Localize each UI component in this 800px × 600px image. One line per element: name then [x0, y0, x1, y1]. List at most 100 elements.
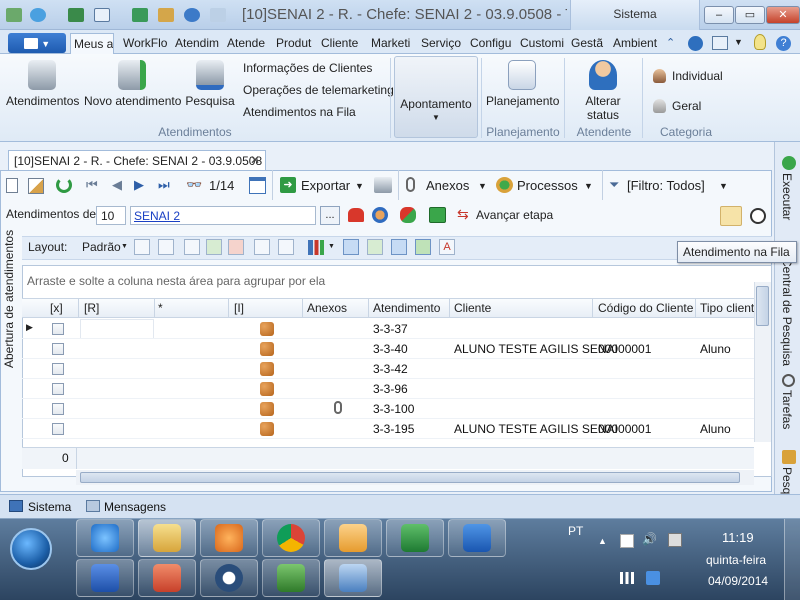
taskbar-powerpoint[interactable] [138, 559, 196, 597]
taskbar-camtasia[interactable] [262, 559, 320, 597]
chart-icon[interactable] [308, 240, 324, 255]
hangup-phone-icon[interactable] [348, 208, 364, 222]
network-signal-icon[interactable] [620, 572, 634, 584]
geral-button[interactable]: Geral [672, 99, 701, 113]
anexos-button[interactable]: Anexos [426, 178, 469, 193]
clock-time[interactable]: 11:19 [722, 530, 754, 545]
chevron-down-icon[interactable]: ▼ [584, 181, 593, 191]
taskbar-word[interactable] [76, 559, 134, 597]
refresh-icon[interactable] [132, 8, 148, 22]
cell-cliente[interactable]: ALUNO TESTE AGILIS SENAI [454, 422, 618, 436]
column-divider[interactable] [302, 299, 303, 317]
close-button[interactable]: ✕ [766, 6, 800, 24]
informacoes-clientes-link[interactable]: Informações de Clientes [243, 61, 372, 75]
app-menu-button[interactable]: ▼ [8, 33, 66, 53]
side-tab-executar[interactable]: Executar [780, 173, 794, 220]
layout-export-icon[interactable] [228, 239, 244, 255]
clock-day[interactable]: quinta-feira [706, 553, 766, 567]
column-header-tipo[interactable]: Tipo cliente [700, 301, 754, 315]
minimize-button[interactable]: – [704, 6, 734, 24]
side-tab-central-pesquisa[interactable]: Central de Pesquisa [780, 258, 794, 366]
taskbar-chrome[interactable] [262, 519, 320, 557]
cell-codigo[interactable]: 00000001 [598, 422, 651, 436]
globe-icon[interactable] [30, 8, 46, 22]
planejamento-button[interactable]: Planejamento [486, 60, 559, 108]
chevron-down-icon[interactable]: ▼ [719, 181, 728, 191]
chevron-down-icon[interactable]: ▼ [121, 243, 128, 250]
tab-marketing[interactable]: Marketi [368, 33, 414, 54]
layout-rows-icon[interactable] [254, 239, 270, 255]
queue-call-icon[interactable] [720, 206, 742, 226]
padrao-dropdown[interactable]: Padrão [82, 240, 121, 254]
flag-alert-icon[interactable] [620, 534, 634, 548]
cell-atendimento[interactable]: 3-3-96 [373, 382, 408, 396]
column-divider[interactable] [695, 299, 696, 317]
cell-atendimento[interactable]: 3-3-100 [373, 402, 414, 416]
edit-document-icon[interactable] [28, 178, 44, 194]
column-header-x[interactable]: [x] [50, 301, 63, 315]
device-icon[interactable] [668, 533, 682, 547]
apontamento-button[interactable]: Apontamento ▼ [394, 56, 478, 138]
column-divider[interactable] [154, 299, 155, 317]
collapse-ribbon-icon[interactable]: ⌃ [666, 36, 675, 49]
tab-ambiente[interactable]: Ambient [610, 33, 660, 54]
column-header-anexos[interactable]: Anexos [307, 301, 347, 315]
tab-configuracao[interactable]: Configu [467, 33, 513, 54]
row-checkbox[interactable] [52, 343, 64, 355]
column-header-star[interactable]: * [158, 301, 163, 315]
column-divider[interactable] [228, 299, 229, 317]
processos-button[interactable]: Processos [517, 178, 578, 193]
view-header-icon[interactable] [391, 239, 407, 255]
chevron-down-icon[interactable]: ▼ [355, 181, 364, 191]
app-logo-icon[interactable] [6, 8, 22, 22]
network-error-icon[interactable] [646, 571, 660, 585]
row-checkbox[interactable] [52, 323, 64, 335]
chevron-down-icon[interactable]: ▼ [328, 243, 335, 250]
status-mensagens[interactable]: Mensagens [104, 500, 166, 514]
unit-number-field[interactable]: 10 [96, 206, 126, 225]
row-checkbox[interactable] [52, 383, 64, 395]
document-tab[interactable]: [10]SENAI 2 - R. - Chefe: SENAI 2 - 03.9… [8, 150, 266, 170]
taskbar-explorer[interactable] [138, 519, 196, 557]
transfer-call-icon[interactable] [400, 207, 416, 223]
taskbar-lync[interactable] [448, 519, 506, 557]
tab-produto[interactable]: Produt [273, 33, 315, 54]
tray-expand-icon[interactable]: ▲ [598, 536, 607, 546]
taskbar-ie[interactable] [76, 519, 134, 557]
taskbar-outlook[interactable] [324, 519, 382, 557]
layout-delete-icon[interactable] [158, 239, 174, 255]
column-header-codigo[interactable]: Código do Cliente [598, 301, 693, 315]
cell-atendimento[interactable]: 3-3-37 [373, 322, 408, 336]
side-tab-abertura[interactable]: Abertura de atendimentos [2, 230, 16, 368]
show-desktop-button[interactable] [784, 519, 800, 600]
spreadsheet-icon[interactable] [429, 207, 446, 223]
avancar-etapa-button[interactable]: Avançar etapa [476, 208, 553, 222]
ie-icon[interactable] [184, 8, 200, 22]
taskbar-crm[interactable] [324, 559, 382, 597]
alterar-status-button[interactable]: Alterar status [568, 60, 638, 122]
tab-atendente[interactable]: Atende [224, 33, 272, 54]
print-icon[interactable] [374, 177, 392, 193]
column-divider[interactable] [592, 299, 593, 317]
help-globe-icon[interactable] [688, 36, 703, 51]
new-document-icon[interactable] [6, 178, 18, 193]
clock-date[interactable]: 04/09/2014 [708, 574, 768, 588]
start-button[interactable] [10, 528, 52, 570]
atendimentos-na-fila-link[interactable]: Atendimentos na Fila [243, 105, 356, 119]
tab-servico[interactable]: Serviço [418, 33, 464, 54]
maximize-button[interactable]: ▭ [735, 6, 765, 24]
phone-globe-icon[interactable] [372, 207, 388, 223]
layout-sum-icon[interactable] [278, 239, 294, 255]
window-icon[interactable] [94, 8, 110, 22]
new-window-icon[interactable] [68, 8, 84, 22]
row-checkbox[interactable] [52, 423, 64, 435]
side-tab-tarefas[interactable]: Tarefas [780, 390, 794, 429]
individual-button[interactable]: Individual [672, 69, 723, 83]
layout-save-icon[interactable] [134, 239, 150, 255]
row-checkbox[interactable] [52, 403, 64, 415]
column-header-atendimento[interactable]: Atendimento [373, 301, 440, 315]
horizontal-scrollbar-thumb[interactable] [80, 472, 740, 483]
chevron-down-icon[interactable]: ▼ [734, 37, 743, 47]
cell-atendimento[interactable]: 3-3-195 [373, 422, 414, 436]
cell-tipo[interactable]: Aluno [700, 342, 731, 356]
